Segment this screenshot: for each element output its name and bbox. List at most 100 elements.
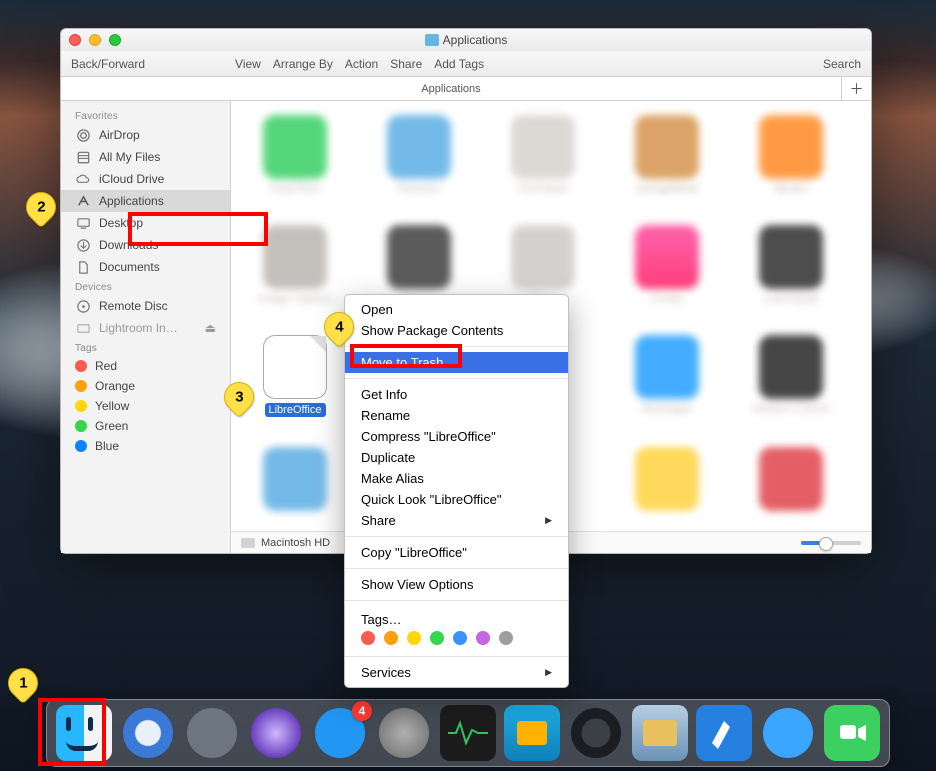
toolbar: Back/Forward View Arrange By Action Shar… (61, 51, 871, 77)
toolbar-action[interactable]: Action (345, 57, 378, 71)
all-files-icon (75, 149, 91, 165)
ctx-rename[interactable]: Rename (345, 405, 568, 426)
ctx-show-view-options[interactable]: Show View Options (345, 574, 568, 595)
tag-yellow[interactable] (407, 631, 421, 645)
ctx-show-package-contents[interactable]: Show Package Contents (345, 320, 568, 341)
sidebar-tags-heading: Tags (61, 339, 230, 356)
app-messages[interactable]: Messages (627, 335, 707, 417)
dock-siri[interactable] (248, 705, 304, 761)
ctx-tags-label: Tags… (345, 606, 568, 629)
dock-activity-monitor[interactable] (440, 705, 496, 761)
app-launchpad[interactable]: Launchpad (751, 225, 831, 305)
sidebar-item-documents[interactable]: Documents (61, 256, 230, 278)
dock-safari[interactable] (120, 705, 176, 761)
safari-icon (123, 708, 173, 758)
messages-icon (763, 708, 813, 758)
facetime-icon (834, 715, 870, 751)
app-blurred[interactable] (627, 447, 707, 527)
app-iphoto[interactable]: iPhoto (503, 225, 583, 305)
dock-launchpad[interactable] (184, 705, 240, 761)
tag-purple[interactable] (476, 631, 490, 645)
tag-dot-icon (75, 400, 87, 412)
ctx-duplicate[interactable]: Duplicate (345, 447, 568, 468)
sidebar-devices-heading: Devices (61, 278, 230, 295)
dock-messages[interactable] (760, 705, 816, 761)
toolbar-view[interactable]: View (235, 57, 261, 71)
highlight-finder (38, 698, 106, 766)
sidebar-tag-green[interactable]: Green (61, 416, 230, 436)
dock-xcode[interactable] (696, 705, 752, 761)
siri-icon (251, 708, 301, 758)
sidebar-favorites-heading: Favorites (61, 107, 230, 124)
dock-system-preferences[interactable] (376, 705, 432, 761)
sidebar-item-airdrop[interactable]: AirDrop (61, 124, 230, 146)
ctx-share[interactable]: Share (345, 510, 568, 531)
eject-icon[interactable]: ⏏ (205, 321, 216, 335)
sidebar-item-icloud[interactable]: iCloud Drive (61, 168, 230, 190)
tag-dot-icon (75, 380, 87, 392)
ctx-get-info[interactable]: Get Info (345, 384, 568, 405)
dock-display[interactable] (504, 705, 560, 761)
tab-applications[interactable]: Applications (61, 79, 841, 99)
app-libreoffice[interactable]: LibreOffice (255, 335, 335, 417)
tag-gray[interactable] (499, 631, 513, 645)
sidebar-item-remote-disc[interactable]: Remote Disc (61, 295, 230, 317)
tag-blue[interactable] (453, 631, 467, 645)
airdrop-icon (75, 127, 91, 143)
toolbar-share[interactable]: Share (390, 57, 422, 71)
app-blurred[interactable] (255, 447, 335, 527)
new-tab-button[interactable]: ＋ (841, 77, 871, 100)
downloads-icon (75, 237, 91, 253)
sidebar-item-disk-image[interactable]: Lightroom In… ⏏ (61, 317, 230, 339)
dock-facetime[interactable] (824, 705, 880, 761)
titlebar: Applications (61, 29, 871, 51)
sidebar-item-applications[interactable]: Applications (61, 190, 230, 212)
desktop-icon (75, 215, 91, 231)
photos-icon (643, 720, 677, 746)
ctx-open[interactable]: Open (345, 299, 568, 320)
highlight-applications-sidebar (128, 212, 268, 246)
app-faronics[interactable]: Faronics (379, 115, 459, 195)
pathbar-disk[interactable]: Macintosh HD (261, 537, 330, 549)
app-garageband[interactable]: GarageBand (627, 115, 707, 195)
remote-disc-icon (75, 298, 91, 314)
ctx-copy[interactable]: Copy "LibreOffice" (345, 542, 568, 563)
tag-red[interactable] (361, 631, 375, 645)
dock-quicktime[interactable] (568, 705, 624, 761)
dock-badge: 4 (352, 701, 372, 721)
sidebar-tag-blue[interactable]: Blue (61, 436, 230, 456)
ctx-compress[interactable]: Compress "LibreOffice" (345, 426, 568, 447)
app-itunes[interactable]: iTunes (627, 225, 707, 305)
ctx-tags-row (345, 629, 568, 651)
back-forward-button[interactable]: Back/Forward (71, 57, 145, 71)
tabbar: Applications ＋ (61, 77, 871, 101)
app-font-book[interactable]: Font Book (503, 115, 583, 195)
tag-green[interactable] (430, 631, 444, 645)
dock-photos[interactable] (632, 705, 688, 761)
folder-icon (425, 34, 439, 46)
sidebar-item-all-files[interactable]: All My Files (61, 146, 230, 168)
icon-size-slider[interactable] (801, 541, 861, 545)
app-blurred[interactable] (751, 447, 831, 527)
ctx-services[interactable]: Services (345, 662, 568, 683)
disk-image-icon (75, 320, 91, 336)
ctx-make-alias[interactable]: Make Alias (345, 468, 568, 489)
sidebar-tag-orange[interactable]: Orange (61, 376, 230, 396)
toolbar-search[interactable]: Search (823, 57, 861, 71)
app-mission-control[interactable]: Mission Control (751, 335, 831, 417)
toolbar-arrange-by[interactable]: Arrange By (273, 57, 333, 71)
icloud-icon (75, 171, 91, 187)
sidebar: Favorites AirDrop All My Files iCloud Dr… (61, 101, 231, 553)
app-ibooks[interactable]: iBooks (751, 115, 831, 195)
tag-dot-icon (75, 440, 87, 452)
toolbar-add-tags[interactable]: Add Tags (434, 57, 484, 71)
app-facetime[interactable]: FaceTime (255, 115, 335, 195)
tag-orange[interactable] (384, 631, 398, 645)
sidebar-tag-yellow[interactable]: Yellow (61, 396, 230, 416)
tag-dot-icon (75, 420, 87, 432)
applications-icon (75, 193, 91, 209)
app-imovie[interactable]: iMovie (379, 225, 459, 305)
dock-app-store[interactable]: 4 (312, 705, 368, 761)
ctx-quick-look[interactable]: Quick Look "LibreOffice" (345, 489, 568, 510)
sidebar-tag-red[interactable]: Red (61, 356, 230, 376)
